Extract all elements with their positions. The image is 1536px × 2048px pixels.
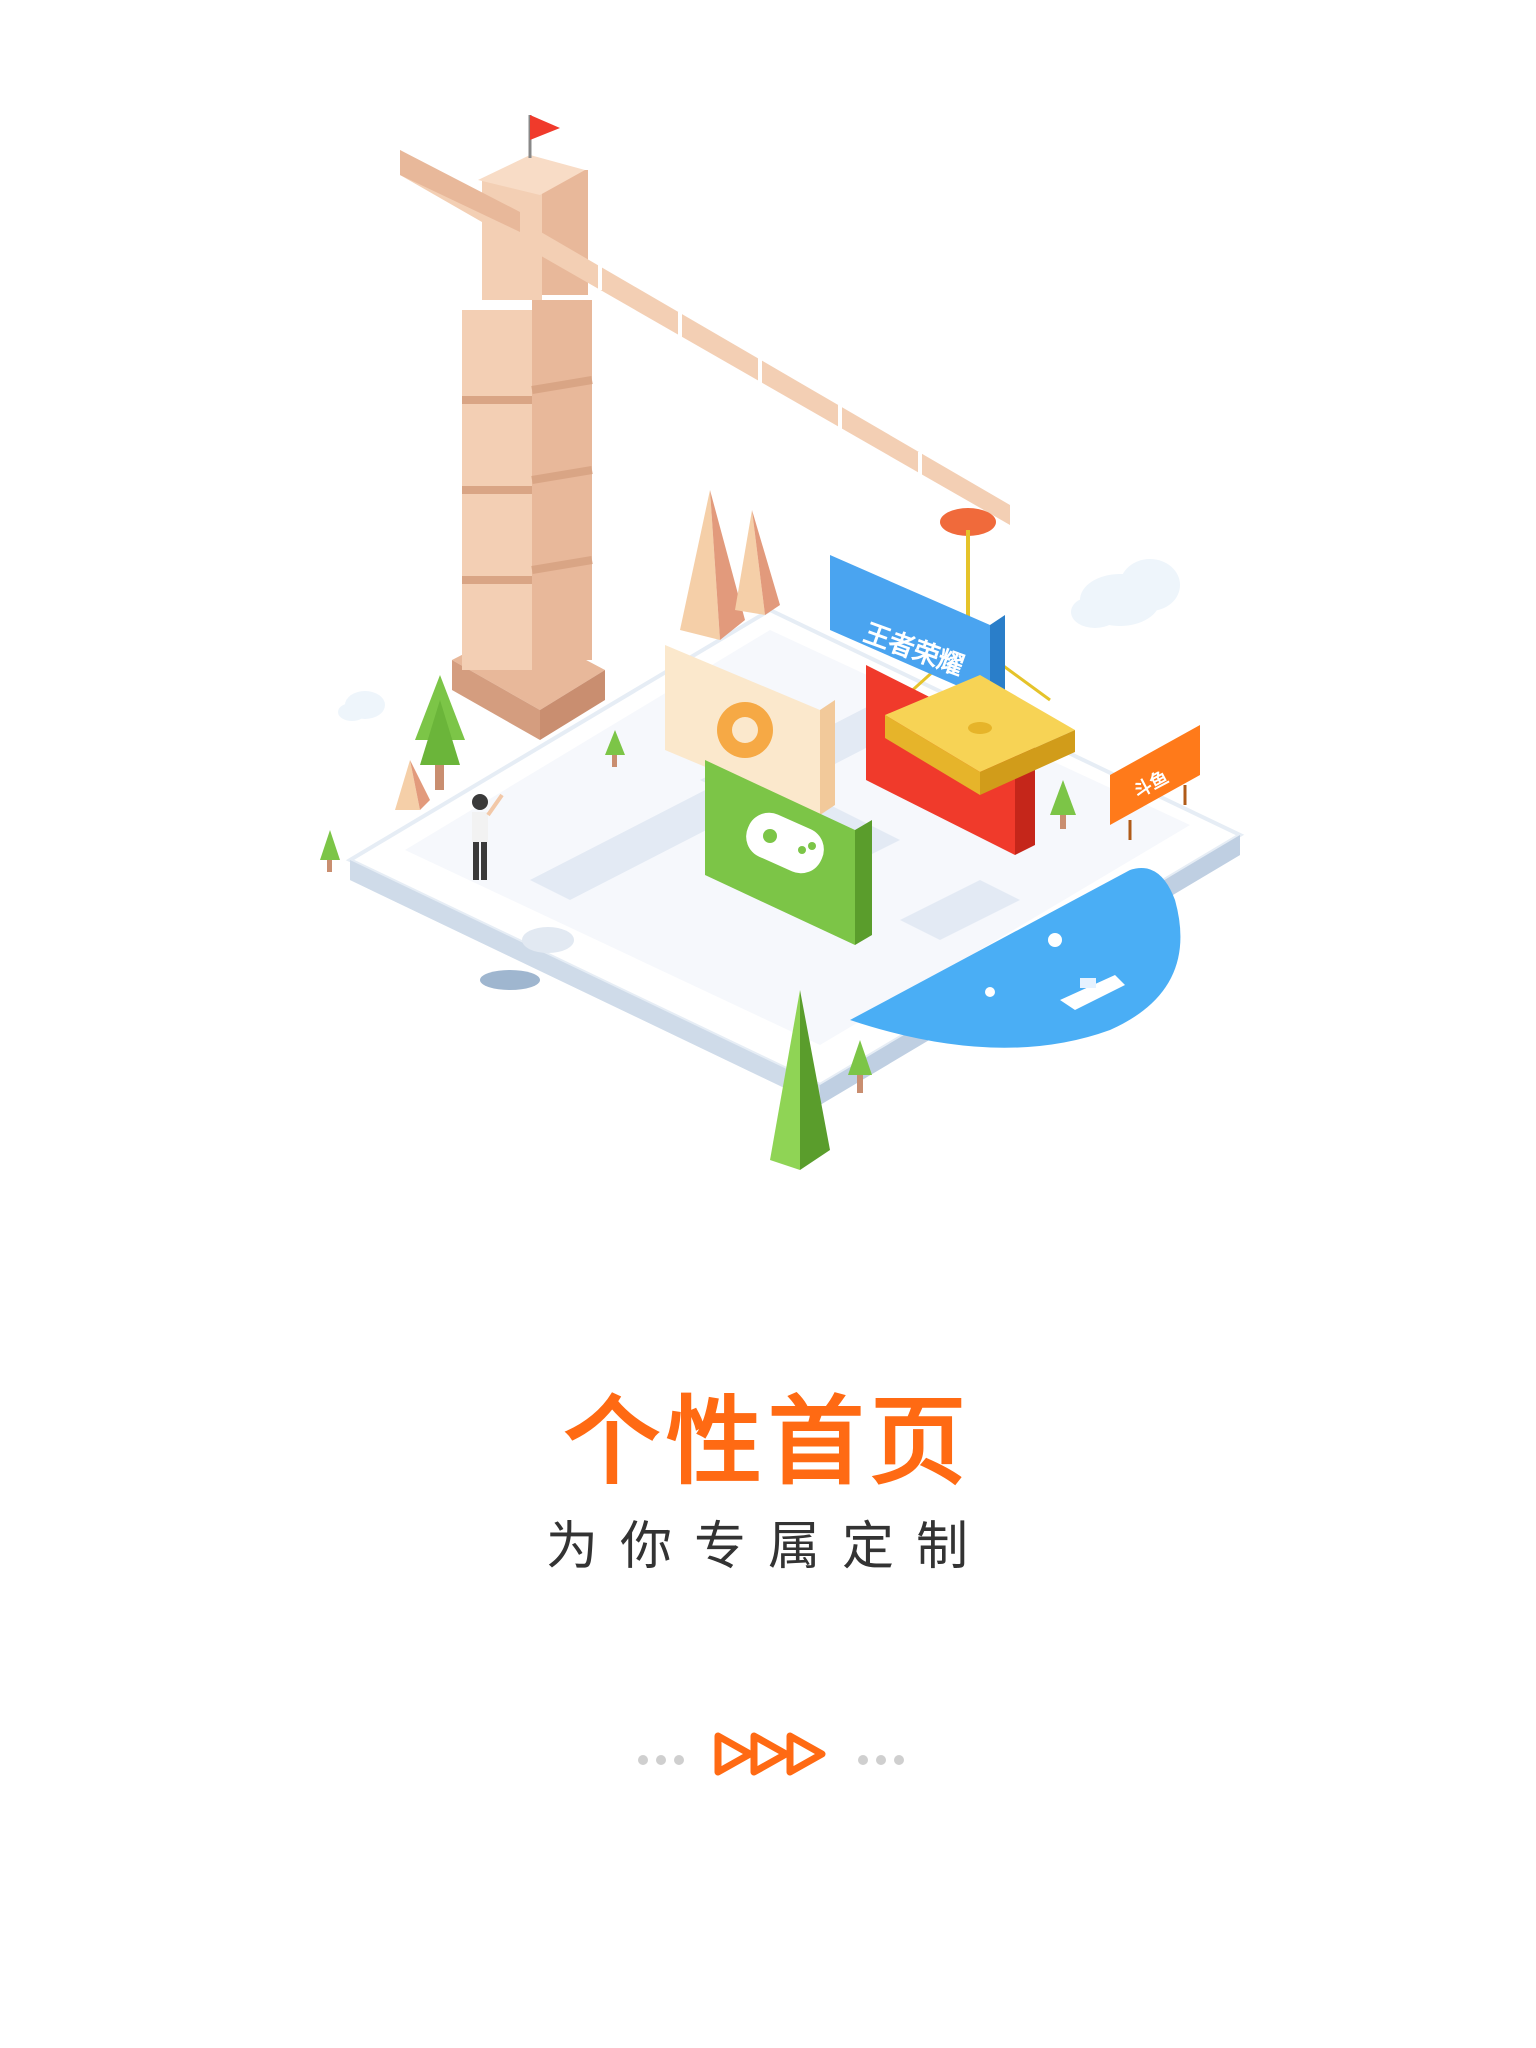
hero-illustration: 王者荣耀 斗鱼 [320, 115, 1245, 1170]
onboarding-pager [0, 1730, 1536, 1790]
pager-dot [638, 1755, 648, 1765]
pager-dot [656, 1755, 666, 1765]
pager-dot [876, 1755, 886, 1765]
cloud-icon [338, 691, 385, 721]
page-subtitle: 为你专属定制 [545, 1517, 990, 1577]
triple-play-arrow-icon[interactable] [714, 1730, 826, 1782]
pager-dot [674, 1755, 684, 1765]
pager-dot [894, 1755, 904, 1765]
cloud-icon [1071, 559, 1180, 628]
page-title: 个性首页 [564, 1386, 972, 1498]
tree-icon [320, 830, 340, 872]
pager-dot [858, 1755, 868, 1765]
